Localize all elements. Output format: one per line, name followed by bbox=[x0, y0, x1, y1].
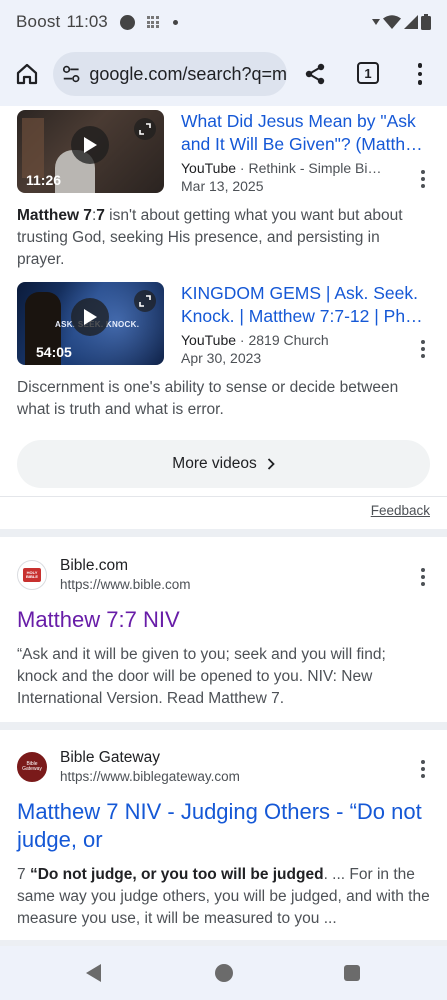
site-settings-icon[interactable] bbox=[61, 63, 81, 85]
home-button[interactable] bbox=[12, 59, 42, 89]
video-snippet: Discernment is one's ability to sense or… bbox=[17, 379, 399, 418]
wifi-icon bbox=[383, 15, 401, 29]
video-thumbnail[interactable]: ASK. SEEK. KNOCK. 54:05 bbox=[17, 282, 164, 365]
video-duration: 54:05 bbox=[36, 344, 72, 360]
vibrate-icon bbox=[372, 19, 380, 25]
section-divider bbox=[0, 529, 447, 537]
tab-switcher-button[interactable]: 1 bbox=[357, 62, 379, 84]
address-bar[interactable]: google.com/search?q=m bbox=[53, 52, 287, 96]
signal-icon bbox=[404, 15, 418, 29]
clock: 11:03 bbox=[66, 12, 108, 31]
thumbnail-decor bbox=[22, 118, 44, 178]
site-favicon: Bible Gateway bbox=[17, 752, 47, 782]
feedback-link[interactable]: Feedback bbox=[371, 503, 430, 518]
divider bbox=[0, 496, 447, 497]
video-options-icon[interactable] bbox=[416, 338, 430, 360]
system-nav-bar bbox=[0, 946, 447, 1000]
video-title[interactable]: KINGDOM GEMS | Ask. Seek. Knock. | Matth… bbox=[181, 282, 426, 328]
video-source: YouTube · 2819 Church bbox=[181, 332, 329, 348]
video-thumbnail[interactable]: 11:26 bbox=[17, 110, 164, 193]
more-videos-button[interactable]: More videos bbox=[17, 440, 430, 488]
result-title-link[interactable]: Matthew 7:7 NIV bbox=[17, 606, 180, 634]
section-divider bbox=[0, 722, 447, 730]
more-videos-label: More videos bbox=[172, 455, 257, 472]
home-icon bbox=[16, 63, 38, 85]
app-grid-icon bbox=[146, 16, 159, 28]
play-icon[interactable] bbox=[71, 298, 109, 336]
site-url[interactable]: https://www.bible.com bbox=[60, 577, 191, 592]
video-source: YouTube · Rethink - Simple Bible T... bbox=[181, 160, 389, 176]
notification-icon bbox=[119, 14, 135, 30]
carrier-label: Boost bbox=[16, 12, 61, 31]
result-options-icon[interactable] bbox=[416, 758, 430, 780]
video-snippet: Matthew 7:7 isn't about getting what you… bbox=[17, 207, 403, 268]
video-result[interactable]: ASK. SEEK. KNOCK. 54:05 KINGDOM GEMS | A… bbox=[17, 282, 430, 372]
result-options-icon[interactable] bbox=[416, 566, 430, 588]
more-notifications-icon bbox=[172, 19, 178, 25]
video-duration: 11:26 bbox=[26, 172, 62, 188]
expand-icon[interactable] bbox=[134, 118, 156, 140]
expand-icon[interactable] bbox=[134, 290, 156, 312]
share-button[interactable] bbox=[300, 59, 330, 89]
video-date: Apr 30, 2023 bbox=[181, 350, 262, 366]
result-snippet: 7 “Do not judge, or you too will be judg… bbox=[17, 866, 430, 927]
more-options-button[interactable] bbox=[410, 59, 430, 89]
browser-toolbar: google.com/search?q=m 1 bbox=[0, 44, 447, 106]
video-date: Mar 13, 2025 bbox=[181, 178, 264, 194]
battery-icon bbox=[421, 14, 431, 30]
site-name[interactable]: Bible.com bbox=[60, 557, 128, 575]
status-bar: Boost 11:03 bbox=[0, 0, 447, 44]
video-title[interactable]: What Did Jesus Mean by "Ask and It Will … bbox=[181, 110, 426, 156]
video-options-icon[interactable] bbox=[416, 168, 430, 190]
status-icons bbox=[372, 14, 431, 30]
play-icon[interactable] bbox=[71, 126, 109, 164]
url-text[interactable]: google.com/search?q=m bbox=[89, 64, 287, 85]
home-circle-icon[interactable] bbox=[215, 964, 233, 982]
result-title-link[interactable]: Matthew 7 NIV - Judging Others - “Do not… bbox=[17, 798, 422, 854]
recents-icon[interactable] bbox=[344, 965, 360, 981]
back-icon[interactable] bbox=[86, 964, 101, 982]
site-favicon: HOLY BIBLE bbox=[17, 560, 47, 590]
video-result[interactable]: 11:26 What Did Jesus Mean by "Ask and It… bbox=[17, 110, 430, 200]
result-snippet: “Ask and it will be given to you; seek a… bbox=[17, 646, 386, 707]
search-results: 11:26 What Did Jesus Mean by "Ask and It… bbox=[0, 106, 447, 946]
site-name[interactable]: Bible Gateway bbox=[60, 749, 160, 767]
share-icon bbox=[305, 63, 325, 85]
chevron-right-icon bbox=[267, 458, 275, 470]
site-url[interactable]: https://www.biblegateway.com bbox=[60, 769, 240, 784]
